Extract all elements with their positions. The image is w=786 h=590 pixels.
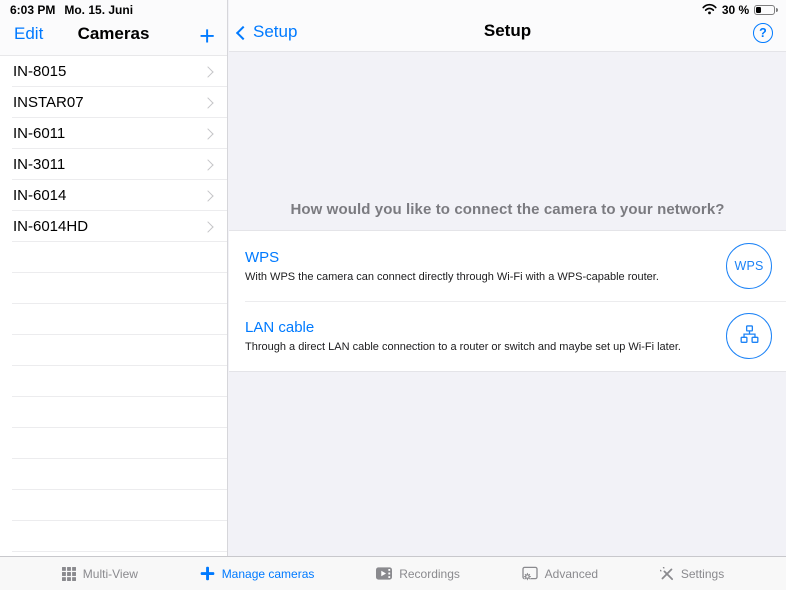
camera-name: IN-6014HD <box>13 218 89 235</box>
tab-label: Settings <box>680 566 725 581</box>
empty-list-row <box>0 273 227 304</box>
tab-label: Recordings <box>399 566 460 581</box>
camera-name: IN-6014 <box>13 187 67 204</box>
status-date: Mo. 15. Juni <box>64 3 134 17</box>
wifi-icon <box>702 3 717 18</box>
wps-button[interactable]: WPS <box>726 243 772 289</box>
chevron-right-icon <box>202 158 214 171</box>
tab-label: Advanced <box>544 566 599 581</box>
sidebar-title: Cameras <box>77 24 150 43</box>
camera-name: INSTAR07 <box>13 94 84 111</box>
camera-row-in-6014[interactable]: IN-6014 <box>0 180 227 211</box>
app-screen: 6:03 PM Mo. 15. Juni 30 % Edit Cameras + <box>0 0 786 590</box>
wps-option-description: With WPS the camera can connect directly… <box>245 271 659 283</box>
tools-icon <box>659 566 674 581</box>
wps-option-row[interactable]: WPS With WPS the camera can connect dire… <box>229 231 786 301</box>
question-mark-icon: ? <box>759 26 767 40</box>
tab-manage-cameras[interactable]: Manage cameras <box>200 566 315 581</box>
camera-name: IN-8015 <box>13 63 67 80</box>
status-time: 6:03 PM <box>10 3 56 17</box>
page-title: Setup <box>483 21 532 40</box>
camera-row-in-8015[interactable]: IN-8015 <box>0 56 227 87</box>
connection-options: WPS With WPS the camera can connect dire… <box>229 230 786 372</box>
camera-sidebar: Edit Cameras + IN-8015 INSTAR07 IN-6011 … <box>0 0 228 556</box>
add-camera-button[interactable]: + <box>199 21 215 51</box>
camera-name: IN-3011 <box>13 156 66 173</box>
camera-row-instar07[interactable]: INSTAR07 <box>0 87 227 118</box>
camera-name: IN-6011 <box>13 125 66 142</box>
chevron-right-icon <box>202 65 214 78</box>
lan-cable-button[interactable] <box>726 313 772 359</box>
chevron-right-icon <box>202 127 214 140</box>
film-icon <box>376 567 393 580</box>
tab-multi-view[interactable]: Multi-View <box>61 566 138 581</box>
lan-network-icon <box>738 325 761 347</box>
camera-row-in-6011[interactable]: IN-6011 <box>0 118 227 149</box>
empty-list-row <box>0 490 227 521</box>
status-bar: 6:03 PM Mo. 15. Juni 30 % <box>0 0 786 20</box>
camera-row-in-6014hd[interactable]: IN-6014HD <box>0 211 227 242</box>
lan-option-title: LAN cable <box>245 319 315 336</box>
setup-panel: Setup Setup ? How would you like to conn… <box>229 0 786 556</box>
connection-question: How would you like to connect the camera… <box>290 201 725 218</box>
lan-option-row[interactable]: LAN cable Through a direct LAN cable con… <box>229 301 786 371</box>
window-gear-icon <box>522 566 538 581</box>
wps-button-label: WPS <box>734 259 764 273</box>
battery-percent: 30 % <box>721 3 750 17</box>
empty-list-row <box>0 304 227 335</box>
battery-icon <box>754 4 778 16</box>
tab-label: Multi-View <box>82 566 138 581</box>
tab-advanced[interactable]: Advanced <box>522 566 598 581</box>
chevron-right-icon <box>202 220 214 233</box>
empty-list-row <box>0 242 227 273</box>
tab-settings[interactable]: Settings <box>659 566 725 581</box>
empty-list-row <box>0 428 227 459</box>
tab-recordings[interactable]: Recordings <box>376 567 460 581</box>
tab-label: Manage cameras <box>221 566 315 581</box>
plus-icon <box>200 566 215 581</box>
tab-bar: Multi-View Manage cameras Recordings Adv… <box>0 556 786 590</box>
empty-list-row <box>0 521 227 552</box>
help-button[interactable]: ? <box>753 23 773 43</box>
lan-option-description: Through a direct LAN cable connection to… <box>245 341 681 353</box>
empty-list-row <box>0 366 227 397</box>
camera-row-in-3011[interactable]: IN-3011 <box>0 149 227 180</box>
empty-list-row <box>0 335 227 366</box>
chevron-right-icon <box>202 96 214 109</box>
wps-option-title: WPS <box>245 249 280 266</box>
empty-list-row <box>0 397 227 428</box>
grid-icon <box>61 566 76 581</box>
camera-list: IN-8015 INSTAR07 IN-6011 IN-3011 IN-6014… <box>0 56 227 552</box>
chevron-right-icon <box>202 189 214 202</box>
empty-list-row <box>0 459 227 490</box>
